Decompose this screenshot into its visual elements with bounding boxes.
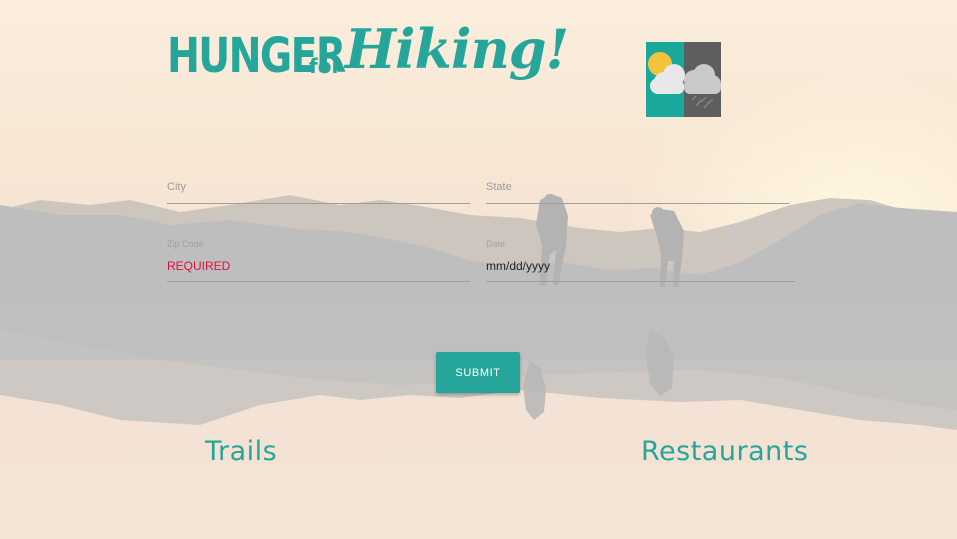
city-underline: [167, 203, 470, 204]
submit-button[interactable]: SUBMIT: [436, 352, 520, 393]
restaurants-link[interactable]: Restaurants: [641, 436, 808, 467]
zip-code-value: REQUIRED: [167, 259, 231, 273]
logo-word-for: for: [309, 54, 342, 78]
date-value: mm/dd/yyyy: [486, 259, 551, 273]
city-field[interactable]: City: [167, 178, 470, 204]
city-label: City: [167, 181, 186, 193]
zip-code-field[interactable]: Zip Code REQUIRED: [167, 238, 470, 282]
trails-link[interactable]: Trails: [205, 436, 277, 467]
zip-code-underline: [167, 281, 470, 282]
zip-code-label: Zip Code: [167, 239, 204, 249]
date-field[interactable]: Date mm/dd/yyyy: [486, 238, 795, 282]
state-field[interactable]: State: [486, 178, 789, 204]
partly-cloudy-rain-icon: [646, 42, 721, 117]
date-underline: [486, 281, 795, 282]
state-underline: [486, 203, 789, 204]
site-logo: HUNGER for Hiking!: [167, 22, 569, 107]
state-label: State: [486, 181, 512, 193]
logo-word-hiking: Hiking!: [345, 17, 569, 81]
date-label: Date: [486, 239, 506, 249]
